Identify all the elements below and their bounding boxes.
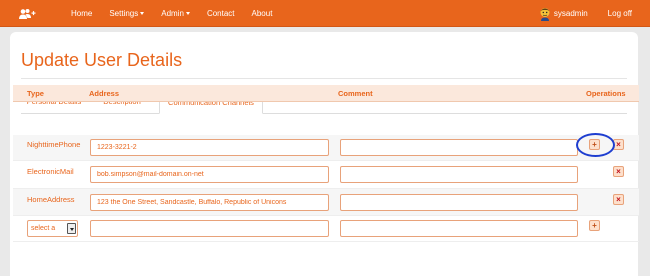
nav-admin-label: Admin: [161, 9, 184, 18]
comment-input[interactable]: [340, 139, 578, 156]
comment-input[interactable]: [340, 166, 578, 183]
close-icon[interactable]: ×: [613, 166, 624, 177]
nav-about[interactable]: About: [252, 9, 273, 18]
row-type-label: HomeAddress: [27, 195, 75, 204]
header-comment: Comment: [338, 89, 373, 98]
new-entry-row: select a +: [13, 216, 639, 242]
type-select[interactable]: select a: [27, 220, 78, 237]
caret-down-icon: [140, 12, 145, 15]
title-divider: [21, 78, 627, 79]
users-plus-icon-svg: [19, 8, 36, 19]
add-icon[interactable]: +: [589, 139, 600, 150]
nav-admin-dropdown[interactable]: Admin: [161, 9, 190, 18]
nav-settings-label: Settings: [109, 9, 139, 18]
top-navbar: Home Settings Admin Contact About sysadm…: [0, 0, 650, 27]
header-operations: Operations: [586, 89, 626, 98]
add-icon[interactable]: +: [589, 220, 600, 231]
close-icon[interactable]: ×: [613, 194, 624, 205]
table-header: Type Address Comment Operations: [13, 85, 639, 102]
nav-home[interactable]: Home: [71, 9, 92, 18]
address-input[interactable]: [90, 166, 329, 183]
page-title: Update User Details: [21, 50, 183, 70]
nav-contact[interactable]: Contact: [207, 9, 235, 18]
table-row: NighttimePhone + ×: [13, 135, 639, 161]
nav-settings-dropdown[interactable]: Settings: [109, 9, 145, 18]
table-row: ElectronicMail ×: [13, 161, 639, 189]
user-avatar-icon: [540, 7, 550, 21]
address-input[interactable]: [90, 194, 329, 211]
header-type: Type: [27, 89, 44, 98]
nav-logoff[interactable]: Log off: [608, 9, 632, 18]
users-plus-icon[interactable]: [18, 8, 54, 20]
row-type-label: NighttimePhone: [27, 140, 81, 149]
close-icon[interactable]: ×: [613, 139, 624, 150]
comment-input[interactable]: [340, 194, 578, 211]
nav-right: sysadmin Log off: [539, 0, 632, 27]
new-address-input[interactable]: [90, 220, 329, 237]
table-row: HomeAddress ×: [13, 189, 639, 216]
caret-down-icon: [185, 12, 190, 15]
row-type-label: ElectronicMail: [27, 167, 74, 176]
new-comment-input[interactable]: [340, 220, 578, 237]
chevron-down-icon: [67, 223, 76, 234]
nav-username[interactable]: sysadmin: [554, 9, 588, 18]
nav-left: Home Settings Admin Contact About: [18, 0, 289, 27]
type-select-value: select a: [31, 225, 56, 232]
header-address: Address: [89, 89, 120, 98]
address-input[interactable]: [90, 139, 329, 156]
